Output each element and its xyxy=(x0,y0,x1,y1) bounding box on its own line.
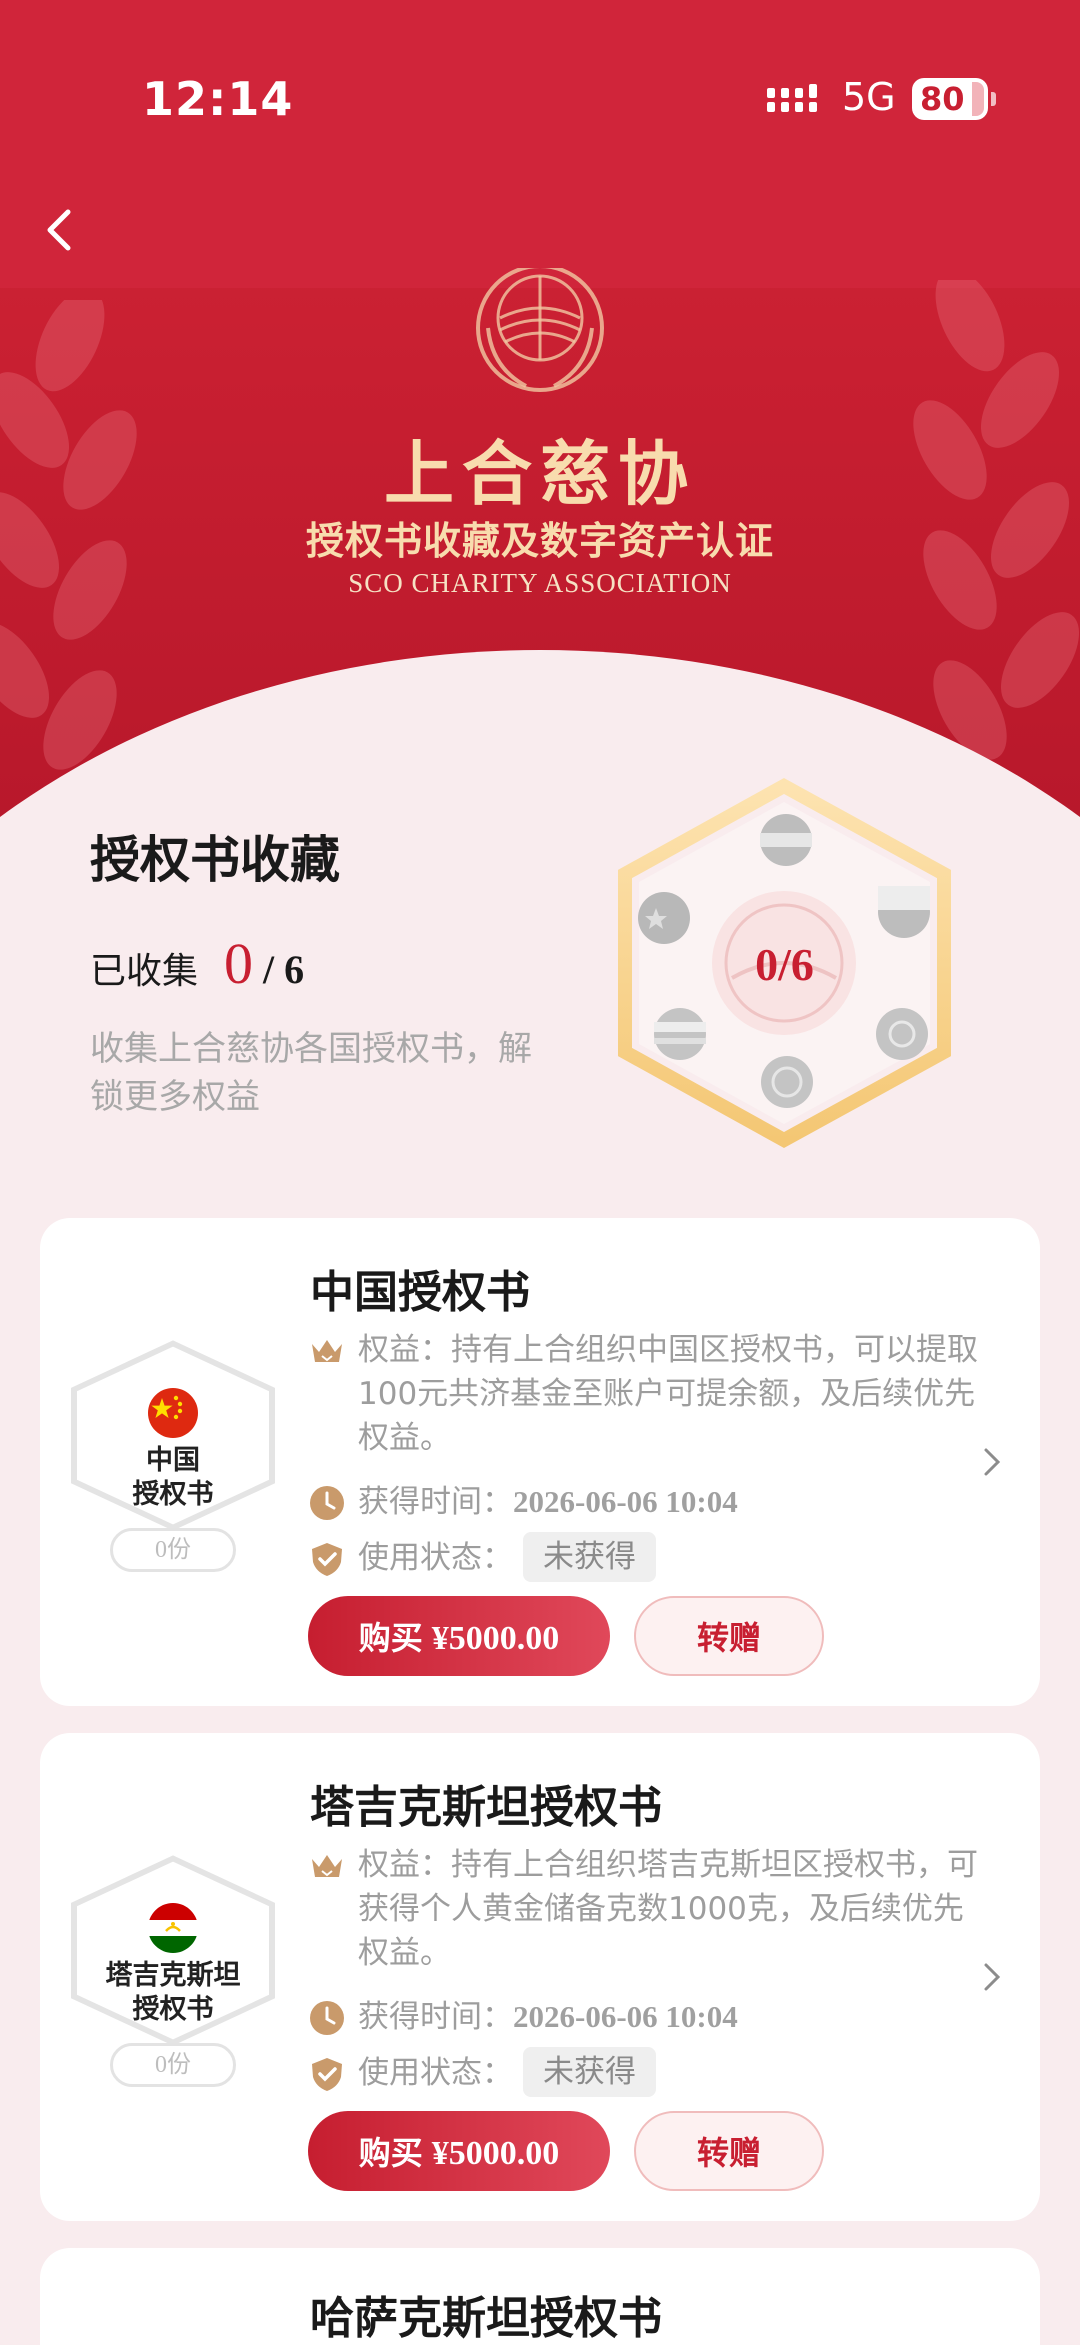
collection-count: 已收集 0 / 6 xyxy=(90,930,304,997)
status-time: 12:14 xyxy=(142,72,294,126)
signal-icon xyxy=(767,84,817,112)
collection-hexagon: 0/6 xyxy=(612,778,957,1148)
status-bar: 12:14 5G 80 xyxy=(0,0,1080,200)
certificate-badge: 中国 授权书 0份 xyxy=(66,1338,280,1578)
badge-label: 塔吉克斯坦 授权书 xyxy=(105,1960,241,2025)
certificate-badge: 塔吉克斯坦 授权书 0份 xyxy=(66,1853,280,2093)
certificate-card-tajikistan[interactable]: 塔吉克斯坦 授权书 0份 塔吉克斯坦授权书 权益：持有上合组织塔吉克斯坦区授权书，… xyxy=(40,1733,1040,2221)
benefit-text: 权益：持有上合组织塔吉克斯坦区授权书，可获得个人黄金储备克数1000克，及后续优… xyxy=(358,1847,978,1971)
battery-level: 80 xyxy=(920,80,965,118)
shield-check-icon xyxy=(312,2058,342,2091)
card-title: 中国授权书 xyxy=(310,1267,530,1318)
status-label: 使用状态： xyxy=(358,1540,513,1576)
copies-count: 0份 xyxy=(110,2043,236,2087)
country-marker-2 xyxy=(878,886,930,938)
certificate-card-kazakhstan[interactable]: 哈萨克斯坦授权书 xyxy=(40,2248,1040,2345)
clock-icon xyxy=(310,2001,344,2035)
collected-total: / 6 xyxy=(263,947,305,992)
page-subtitle: 授权书收藏及数字资产认证 xyxy=(305,519,774,563)
collection-title: 授权书收藏 xyxy=(90,831,340,889)
collected-number: 0 xyxy=(224,931,254,996)
collection-description: 收集上合慈协各国授权书，解锁更多权益 xyxy=(90,1029,532,1117)
crown-icon xyxy=(312,1855,342,1877)
certificate-card-china[interactable]: 中国 授权书 0份 中国授权书 权益：持有上合组织中国区授权书，可以提取100元共… xyxy=(40,1218,1040,1706)
status-label: 使用状态： xyxy=(358,2055,513,2091)
page-subtitle-en: SCO CHARITY ASSOCIATION xyxy=(348,568,732,598)
network-type: 5G xyxy=(842,75,896,119)
sco-logo xyxy=(476,268,604,392)
back-icon[interactable] xyxy=(30,200,90,260)
time-label: 获得时间： xyxy=(358,1484,513,1520)
status-badge: 未获得 xyxy=(523,1531,656,1582)
country-marker-6 xyxy=(638,892,690,944)
time-row: 获得时间：2026-06-06 10:04 xyxy=(308,1480,738,1524)
badge-label: 中国 授权书 xyxy=(132,1445,214,1510)
shield-check-icon xyxy=(312,1543,342,1576)
status-row: 使用状态： 未获得 xyxy=(308,1531,656,1582)
time-label: 获得时间： xyxy=(358,1999,513,2035)
status-badge: 未获得 xyxy=(523,2046,656,2097)
page-title: 上合慈协 xyxy=(384,433,696,515)
time-value: 2026-06-06 10:04 xyxy=(513,1999,738,2034)
chevron-right-icon[interactable] xyxy=(976,1957,1006,1997)
benefit-row: 权益：持有上合组织塔吉克斯坦区授权书，可获得个人黄金储备克数1000克，及后续优… xyxy=(308,1843,978,1975)
china-flag-icon xyxy=(148,1388,198,1438)
country-marker-4 xyxy=(761,1056,813,1108)
gift-button[interactable]: 转赠 xyxy=(634,1596,824,1676)
country-marker-1 xyxy=(760,814,812,866)
battery-indicator: 80 xyxy=(912,78,996,120)
header-banner: 12:14 5G 80 上合慈协 授权书收藏及数字资产认证 SCO CHARIT… xyxy=(0,0,1080,820)
status-row: 使用状态： 未获得 xyxy=(308,2046,656,2097)
chevron-right-icon[interactable] xyxy=(976,1442,1006,1482)
buy-button[interactable]: 购买 ¥5000.00 xyxy=(308,1596,610,1676)
gift-button[interactable]: 转赠 xyxy=(634,2111,824,2191)
card-title: 塔吉克斯坦授权书 xyxy=(310,1782,662,1833)
country-marker-5 xyxy=(654,1008,706,1060)
clock-icon xyxy=(310,1486,344,1520)
country-marker-3 xyxy=(876,1008,928,1060)
crown-icon xyxy=(312,1340,342,1362)
buy-button[interactable]: 购买 ¥5000.00 xyxy=(308,2111,610,2191)
time-value: 2026-06-06 10:04 xyxy=(513,1484,738,1519)
benefit-text: 权益：持有上合组织中国区授权书，可以提取100元共济基金至账户可提余额，及后续优… xyxy=(358,1332,978,1456)
collected-label: 已收集 xyxy=(90,951,199,992)
time-row: 获得时间：2026-06-06 10:04 xyxy=(308,1995,738,2039)
hexagon-progress-label: 0/6 xyxy=(755,939,814,990)
tajikistan-flag-icon xyxy=(148,1903,198,1953)
card-title: 哈萨克斯坦授权书 xyxy=(310,2293,662,2344)
benefit-row: 权益：持有上合组织中国区授权书，可以提取100元共济基金至账户可提余额，及后续优… xyxy=(308,1328,978,1460)
copies-count: 0份 xyxy=(110,1528,236,1572)
